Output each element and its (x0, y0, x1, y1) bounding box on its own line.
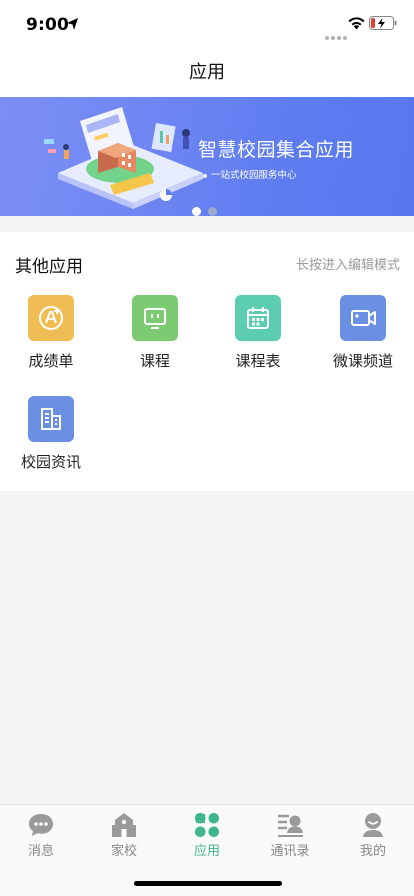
four-leaf-apps-icon (195, 813, 219, 837)
status-time: 9:00 (26, 15, 70, 35)
app-micro-course-channel[interactable]: 微课频道 (313, 295, 413, 371)
app-grade-report[interactable]: 成绩单 (1, 295, 101, 371)
edit-mode-hint: 长按进入编辑模式 (295, 258, 400, 273)
profile-icon (363, 813, 383, 837)
calendar-icon (235, 295, 281, 341)
app-label: 成绩单 (28, 352, 74, 370)
location-arrow-icon (67, 18, 78, 30)
banner-subtitle: 一站式校园服务中心 (203, 167, 297, 181)
app-campus-news[interactable]: 校园资讯 (1, 396, 101, 472)
grade-icon (28, 295, 74, 341)
monitor-icon (132, 295, 178, 341)
page-title: 应用 (189, 62, 225, 83)
home-indicator[interactable] (134, 881, 282, 886)
status-bar: 9:00 (0, 0, 414, 50)
other-apps-section: 其他应用 长按进入编辑模式 成绩单 课程 课程表 微课频道 校园资讯 (0, 232, 414, 491)
section-title: 其他应用 (15, 257, 83, 277)
tab-home-school[interactable]: 家校 (83, 812, 165, 859)
app-timetable[interactable]: 课程表 (208, 295, 308, 371)
tab-messages[interactable]: 消息 (0, 812, 82, 859)
tab-label: 家校 (110, 844, 137, 859)
carousel-indicator[interactable] (192, 201, 224, 216)
tab-apps[interactable]: 应用 (166, 812, 248, 859)
news-icon (28, 396, 74, 442)
tab-label: 消息 (27, 844, 54, 859)
chat-bubble-icon (29, 814, 53, 836)
carousel-dot-1[interactable] (192, 207, 201, 216)
app-label: 微课频道 (332, 352, 393, 370)
contacts-icon (278, 814, 303, 837)
nav-bar: 应用 (0, 50, 414, 97)
app-label: 课程 (139, 352, 170, 370)
tab-label: 应用 (193, 844, 220, 859)
tab-profile[interactable]: 我的 (332, 812, 414, 859)
banner-title: 智慧校园集合应用 (198, 139, 355, 161)
banner-carousel[interactable]: 智慧校园集合应用 一站式校园服务中心 (0, 97, 414, 216)
carousel-dot-2[interactable] (208, 207, 217, 216)
app-label: 校园资讯 (20, 453, 81, 471)
signal-dots-icon (325, 25, 349, 44)
smart-campus-illustration (44, 107, 203, 209)
wifi-icon (348, 17, 365, 30)
video-camera-icon (340, 295, 386, 341)
tab-label: 我的 (359, 844, 386, 859)
tab-contacts[interactable]: 通讯录 (249, 812, 331, 859)
app-course[interactable]: 课程 (105, 295, 205, 371)
school-building-icon (112, 813, 136, 837)
battery-charging-icon (369, 16, 397, 30)
app-label: 课程表 (235, 352, 281, 370)
tab-label: 通讯录 (270, 844, 310, 859)
